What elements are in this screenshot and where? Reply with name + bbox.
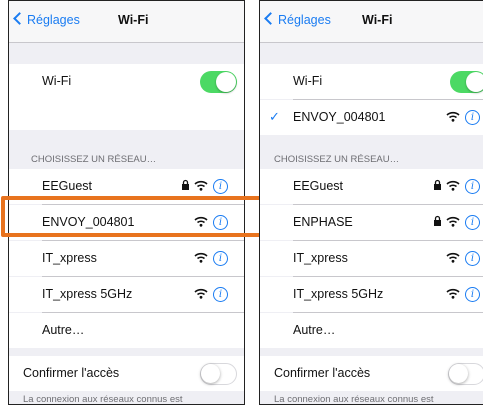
network-name: EEGuest (293, 179, 344, 193)
info-icon[interactable]: i (465, 287, 480, 302)
page-title: Wi-Fi (362, 13, 393, 27)
confirm-access-toggle[interactable] (448, 363, 483, 385)
footer-text: La connexion aux réseaux connus est (23, 394, 183, 405)
info-icon[interactable]: i (465, 251, 480, 266)
wifi-toggle[interactable] (200, 71, 237, 93)
info-icon[interactable]: i (465, 110, 480, 125)
connected-network-row[interactable]: ✓ ENVOY_004801 i (260, 100, 483, 135)
network-name: IT_xpress 5GHz (293, 287, 384, 301)
network-row[interactable]: IT_xpress i (260, 241, 483, 276)
info-icon[interactable]: i (213, 179, 228, 194)
wifi-signal-icon (194, 252, 208, 263)
chevron-left-icon (13, 12, 26, 25)
wifi-toggle[interactable] (450, 71, 483, 93)
wifi-signal-icon (194, 288, 208, 299)
other-label: Autre… (42, 323, 85, 337)
network-name: IT_xpress (293, 251, 348, 265)
back-label: Réglages (27, 13, 80, 27)
wifi-signal-icon (446, 111, 460, 122)
network-name: IT_xpress (42, 251, 97, 265)
confirm-label: Confirmer l'accès (23, 366, 120, 380)
network-row[interactable]: IT_xpress 5GHz i (260, 277, 483, 312)
info-icon[interactable]: i (465, 179, 480, 194)
lock-icon (434, 179, 441, 190)
wifi-signal-icon (446, 216, 460, 227)
section-header: CHOISISSEZ UN RÉSEAU… (31, 154, 157, 165)
network-row[interactable]: IT_xpress i (9, 241, 244, 276)
wifi-signal-icon (194, 180, 208, 191)
checkmark-icon: ✓ (269, 109, 280, 124)
back-label: Réglages (278, 13, 331, 27)
network-row[interactable]: EEGuest i (260, 169, 483, 204)
navigation-bar: Réglages Wi-Fi (9, 1, 244, 43)
settings-screen-right: Réglages Wi-Fi Wi-Fi ✓ ENVOY_004801 i CH… (259, 0, 483, 405)
section-header: CHOISISSEZ UN RÉSEAU… (274, 154, 400, 165)
wifi-signal-icon (446, 288, 460, 299)
network-name: ENVOY_004801 (293, 110, 386, 124)
navigation-bar: Réglages Wi-Fi (260, 1, 483, 43)
network-row[interactable]: IT_xpress 5GHz i (9, 277, 244, 312)
wifi-signal-icon (446, 180, 460, 191)
wifi-blank-row (9, 99, 244, 130)
page-title: Wi-Fi (118, 13, 149, 27)
network-name: EEGuest (42, 179, 93, 193)
chevron-left-icon (264, 12, 277, 25)
network-name: ENPHASE (293, 215, 353, 229)
info-icon[interactable]: i (465, 215, 480, 230)
info-icon[interactable]: i (213, 287, 228, 302)
back-button[interactable]: Réglages (13, 12, 80, 27)
highlight-box (1, 196, 263, 237)
other-network-row[interactable]: Autre… (260, 313, 483, 348)
info-icon[interactable]: i (213, 251, 228, 266)
lock-icon (182, 179, 189, 190)
confirm-label: Confirmer l'accès (274, 366, 371, 380)
lock-icon (434, 215, 441, 226)
network-row[interactable]: ENPHASE i (260, 205, 483, 240)
footer-text: La connexion aux réseaux connus est (274, 394, 434, 405)
wifi-label: Wi-Fi (42, 74, 72, 88)
wifi-signal-icon (446, 252, 460, 263)
other-label: Autre… (293, 323, 336, 337)
wifi-toggle-row: Wi-Fi (9, 64, 244, 99)
confirm-access-row: Confirmer l'accès (9, 356, 244, 391)
confirm-access-toggle[interactable] (200, 363, 237, 385)
back-button[interactable]: Réglages (264, 12, 331, 27)
wifi-label: Wi-Fi (293, 74, 323, 88)
wifi-toggle-row: Wi-Fi (260, 64, 483, 99)
confirm-access-row: Confirmer l'accès (260, 356, 483, 391)
other-network-row[interactable]: Autre… (9, 313, 244, 348)
network-name: IT_xpress 5GHz (42, 287, 133, 301)
